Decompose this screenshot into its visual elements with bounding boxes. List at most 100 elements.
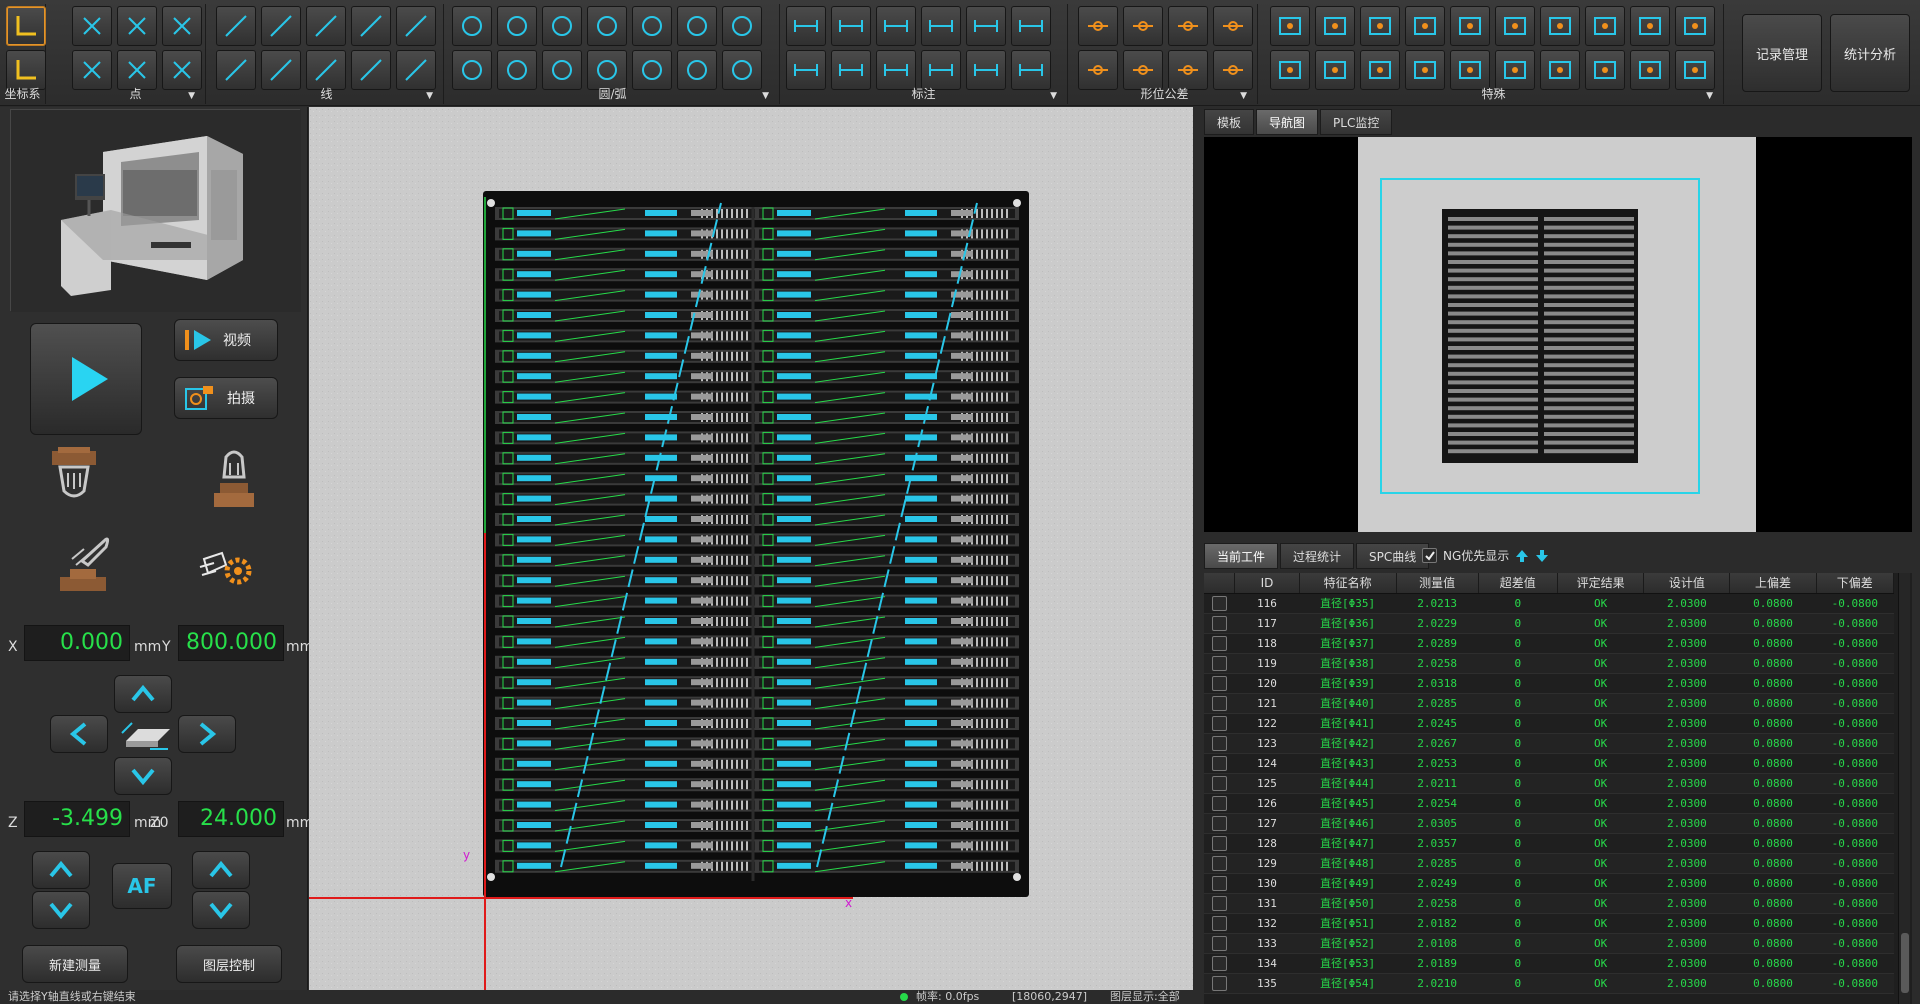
z0-down-button[interactable] [192, 891, 250, 929]
row-checkbox[interactable] [1211, 635, 1227, 651]
gear-special-button[interactable] [1360, 50, 1400, 90]
layer-control-button[interactable]: 图层控制 [176, 945, 282, 983]
top-tab-2[interactable]: PLC监控 [1320, 109, 1393, 135]
z0-coordinate-field[interactable]: 24.000 [178, 801, 284, 837]
center-special-button[interactable] [1630, 50, 1670, 90]
capture-button[interactable]: 拍摄 [174, 377, 278, 419]
table-row[interactable]: 119 直径[Φ38] 2.0258 0 OK 2.0300 0.0800 -0.0800 [1204, 653, 1894, 674]
cross-point-button[interactable] [72, 6, 112, 46]
table-row[interactable]: 132 直径[Φ51] 2.0182 0 OK 2.0300 0.0800 -0.0800 [1204, 913, 1894, 934]
comb-special-button[interactable] [1315, 50, 1355, 90]
move-left-button[interactable] [50, 715, 108, 753]
navigation-map[interactable] [1204, 137, 1912, 532]
tangent-arc-button[interactable] [587, 50, 627, 90]
crosshair-special-button[interactable] [1630, 6, 1670, 46]
network-special-button[interactable] [1405, 6, 1445, 46]
column-header[interactable]: 超差值 [1478, 573, 1559, 594]
row-checkbox[interactable] [1211, 915, 1227, 931]
table-row[interactable]: 134 直径[Φ53] 2.0189 0 OK 2.0300 0.0800 -0.0800 [1204, 953, 1894, 974]
frame-special-button[interactable] [1540, 50, 1580, 90]
row-checkbox[interactable] [1211, 735, 1227, 751]
height-dim-button[interactable] [966, 6, 1006, 46]
profile-button[interactable] [1213, 50, 1253, 90]
row-checkbox[interactable] [1211, 795, 1227, 811]
table-row[interactable]: 118 直径[Φ37] 2.0289 0 OK 2.0300 0.0800 -0.0800 [1204, 633, 1894, 654]
table-row[interactable]: 121 直径[Φ40] 2.0285 0 OK 2.0300 0.0800 -0.0800 [1204, 693, 1894, 714]
diameter-dim-button[interactable] [831, 50, 871, 90]
branch-special-button[interactable] [1270, 50, 1310, 90]
row-checkbox[interactable] [1211, 895, 1227, 911]
row-checkbox[interactable] [1211, 695, 1227, 711]
hatch-point-button[interactable] [117, 6, 157, 46]
triangle-dim-button[interactable] [921, 50, 961, 90]
center-circle-button[interactable] [587, 6, 627, 46]
row-checkbox[interactable] [1211, 715, 1227, 731]
row-checkbox[interactable] [1211, 955, 1227, 971]
dotted-line-button[interactable] [261, 6, 301, 46]
grid-special-button[interactable] [1360, 6, 1400, 46]
group-dropdown-icon[interactable]: ▼ [426, 91, 433, 101]
angle-line-button[interactable] [261, 50, 301, 90]
arrow-down-icon[interactable] [1535, 549, 1549, 563]
table-row[interactable]: 128 直径[Φ47] 2.0357 0 OK 2.0300 0.0800 -0.0800 [1204, 833, 1894, 854]
measurement-table[interactable]: ID 特征名称 测量值 超差值 评定结果 设计值 上偏差 下偏差 116 直径[Φ35] 2.02… [1204, 573, 1912, 1004]
radar-special-button[interactable] [1585, 6, 1625, 46]
run-button[interactable] [30, 323, 142, 435]
straightness-button[interactable] [1078, 6, 1118, 46]
symmetry-button[interactable] [1213, 6, 1253, 46]
z-down-button[interactable] [32, 891, 90, 929]
row-checkbox[interactable] [1211, 855, 1227, 871]
parallelism-button[interactable] [1123, 50, 1163, 90]
parallel-line-button[interactable] [216, 50, 256, 90]
table-row[interactable]: 130 直径[Φ49] 2.0249 0 OK 2.0300 0.0800 -0.0800 [1204, 873, 1894, 894]
bottom-tab-1[interactable]: 过程统计 [1280, 543, 1355, 569]
table-row[interactable]: 126 直径[Φ45] 2.0254 0 OK 2.0300 0.0800 -0.0800 [1204, 793, 1894, 814]
row-checkbox[interactable] [1211, 655, 1227, 671]
move-down-button[interactable] [114, 757, 172, 795]
coord-system-button[interactable] [6, 6, 46, 46]
ellipse-button[interactable] [722, 50, 762, 90]
group-dropdown-icon[interactable]: ▼ [1050, 91, 1057, 101]
group-dropdown-icon[interactable]: ▼ [188, 91, 195, 101]
table-row[interactable]: 122 直径[Φ41] 2.0245 0 OK 2.0300 0.0800 -0.0800 [1204, 713, 1894, 734]
x-coordinate-field[interactable]: 0.000 [24, 625, 130, 661]
table-row[interactable]: 127 直径[Φ46] 2.0305 0 OK 2.0300 0.0800 -0.0800 [1204, 813, 1894, 834]
tree-special-button[interactable] [1495, 6, 1535, 46]
z-coordinate-field[interactable]: -3.499 [24, 801, 130, 837]
polygon-circle-button[interactable] [542, 50, 582, 90]
top-light-icon[interactable] [44, 447, 104, 517]
box-line-button[interactable] [351, 6, 391, 46]
dashed-line-button[interactable] [351, 50, 391, 90]
table-row[interactable]: 125 直径[Φ44] 2.0211 0 OK 2.0300 0.0800 -0.0800 [1204, 773, 1894, 794]
angle-dim-button[interactable] [876, 6, 916, 46]
row-checkbox[interactable] [1211, 975, 1227, 991]
target-special-button[interactable] [1315, 6, 1355, 46]
table-row[interactable]: 135 直径[Φ54] 2.0210 0 OK 2.0300 0.0800 -0.0800 [1204, 973, 1894, 994]
pin-circle-button[interactable] [722, 6, 762, 46]
move-up-button[interactable] [114, 675, 172, 713]
square-circle-button[interactable] [542, 6, 582, 46]
arc-circle-button[interactable] [497, 6, 537, 46]
bottom-light-icon[interactable] [204, 447, 264, 517]
row-checkbox[interactable] [1211, 675, 1227, 691]
scrollbar-thumb[interactable] [1901, 933, 1909, 993]
long-line-button[interactable] [306, 6, 346, 46]
gear-circle-button[interactable] [632, 6, 672, 46]
matrix-special-button[interactable] [1585, 50, 1625, 90]
bracket-special-button[interactable] [1675, 50, 1715, 90]
table-special-button[interactable] [1450, 6, 1490, 46]
top-tab-1[interactable]: 导航图 [1256, 109, 1319, 135]
table-row[interactable]: 129 直径[Φ48] 2.0285 0 OK 2.0300 0.0800 -0.0800 [1204, 853, 1894, 874]
arc-point-button[interactable] [162, 50, 202, 90]
column-header[interactable]: 评定结果 [1557, 573, 1645, 594]
compass-special-button[interactable] [1405, 50, 1445, 90]
bisector-line-button[interactable] [306, 50, 346, 90]
table-row[interactable]: 133 直径[Φ52] 2.0108 0 OK 2.0300 0.0800 -0.0800 [1204, 933, 1894, 954]
radius-dim-button[interactable] [786, 50, 826, 90]
column-header[interactable]: ID [1234, 573, 1300, 594]
ring-light-icon[interactable] [54, 531, 114, 601]
table-row[interactable]: 131 直径[Φ50] 2.0258 0 OK 2.0300 0.0800 -0.0800 [1204, 893, 1894, 914]
mm-dim-button[interactable] [966, 50, 1006, 90]
rounded-circle-button[interactable] [677, 50, 717, 90]
three-point-arc-button[interactable] [497, 50, 537, 90]
